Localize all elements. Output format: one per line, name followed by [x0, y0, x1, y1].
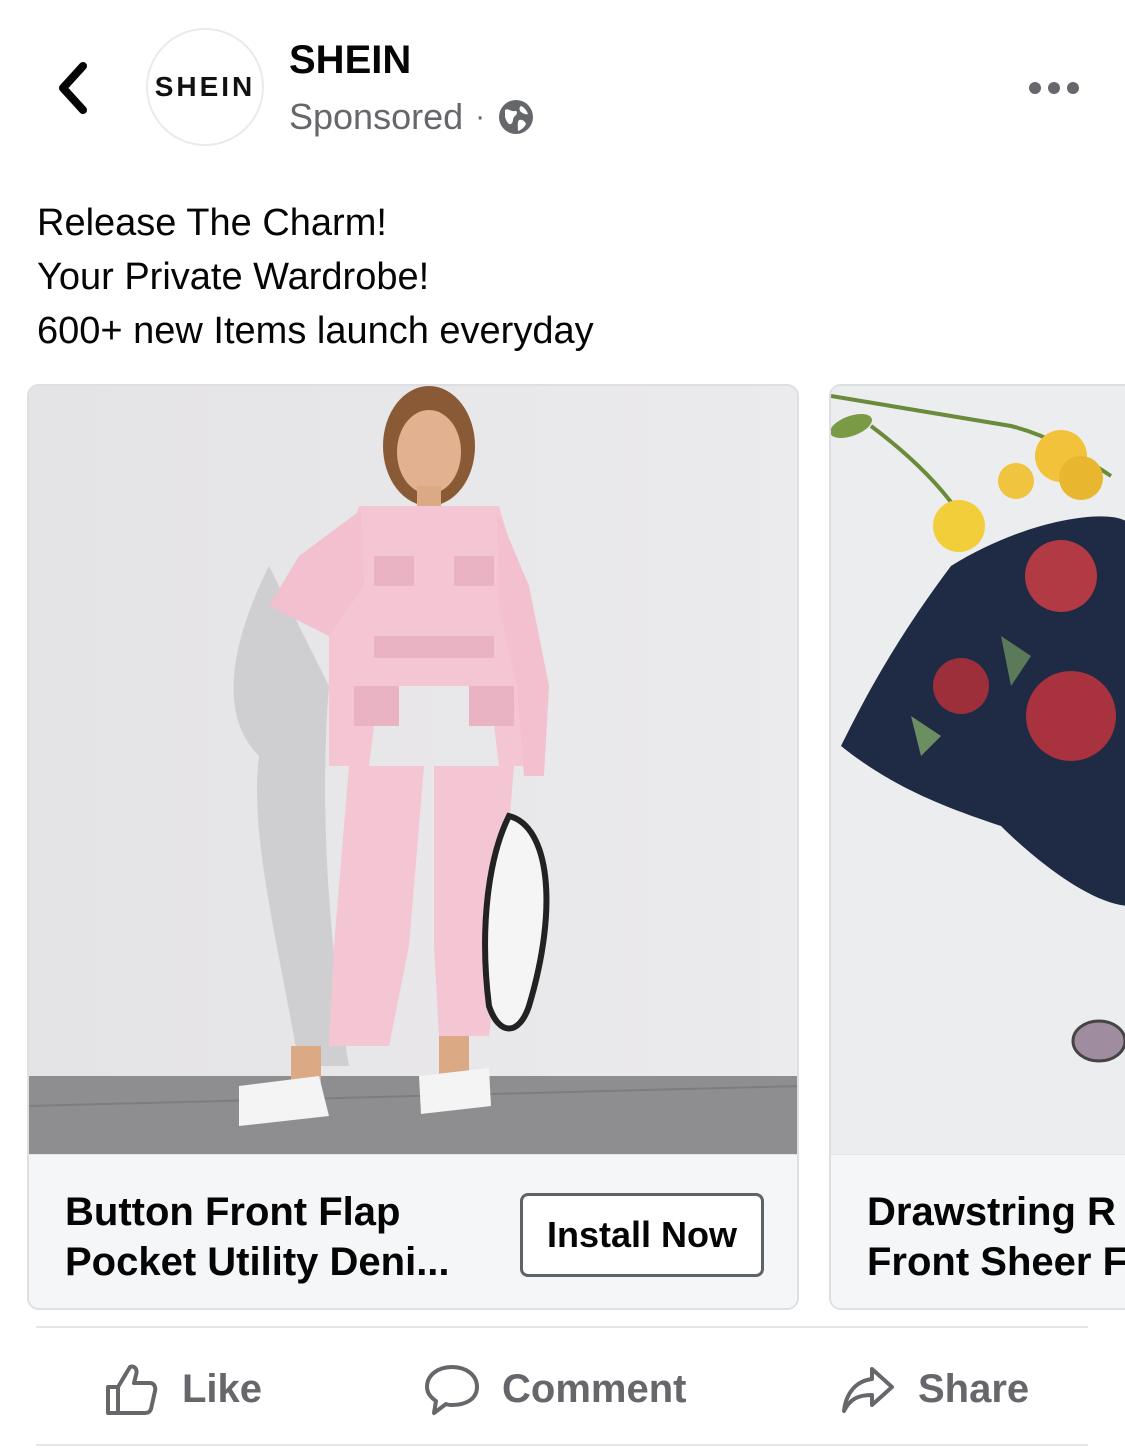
share-icon	[842, 1367, 894, 1413]
product-image-floral-top[interactable]	[831, 386, 1125, 1154]
product-image-jumpsuit[interactable]	[29, 386, 797, 1154]
like-button[interactable]: Like	[104, 1356, 262, 1422]
more-dot	[1067, 82, 1079, 94]
facebook-sponsored-post: SHEIN SHEIN Sponsored · Release The Char…	[0, 0, 1125, 1448]
card-footer: Button Front Flap Pocket Utility Deni...…	[29, 1154, 797, 1308]
product-title[interactable]: Button Front Flap Pocket Utility Deni...	[65, 1187, 505, 1287]
caption-line: Your Private Wardrobe!	[37, 256, 430, 298]
carousel-card[interactable]: Drawstring R Front Sheer F	[829, 384, 1125, 1310]
share-button[interactable]: Share	[840, 1356, 1029, 1422]
carousel-card[interactable]: Button Front Flap Pocket Utility Deni...…	[27, 384, 799, 1310]
thumbs-up-icon	[106, 1364, 158, 1415]
sponsored-label[interactable]: Sponsored	[289, 96, 463, 138]
page-name[interactable]: SHEIN	[289, 38, 411, 83]
back-button[interactable]	[44, 56, 100, 120]
more-options-button[interactable]	[1020, 70, 1088, 106]
caption-line: 600+ new Items launch everyday	[37, 310, 594, 352]
install-now-button[interactable]: Install Now	[520, 1193, 764, 1277]
post-meta: Sponsored ·	[289, 96, 535, 138]
comment-label: Comment	[502, 1366, 687, 1411]
comment-button[interactable]: Comment	[424, 1356, 686, 1422]
meta-separator: ·	[475, 100, 486, 133]
post-caption: Release The Charm! Your Private Wardrobe…	[37, 196, 1087, 358]
globe-icon[interactable]	[497, 98, 535, 136]
more-horizontal-icon	[1029, 82, 1041, 94]
card-footer: Drawstring R Front Sheer F	[831, 1154, 1125, 1308]
comment-icon	[425, 1365, 479, 1415]
product-title[interactable]: Drawstring R Front Sheer F	[867, 1187, 1125, 1287]
more-dot	[1048, 82, 1060, 94]
chevron-left-icon	[59, 62, 87, 114]
page-avatar[interactable]: SHEIN	[146, 28, 264, 146]
like-label: Like	[182, 1366, 263, 1411]
action-divider	[36, 1326, 1088, 1328]
share-label: Share	[918, 1366, 1030, 1411]
caption-line: Release The Charm!	[37, 202, 387, 244]
product-carousel[interactable]: Button Front Flap Pocket Utility Deni...…	[0, 384, 1125, 1312]
avatar-logo-text: SHEIN	[154, 71, 256, 102]
bottom-divider	[36, 1444, 1088, 1446]
